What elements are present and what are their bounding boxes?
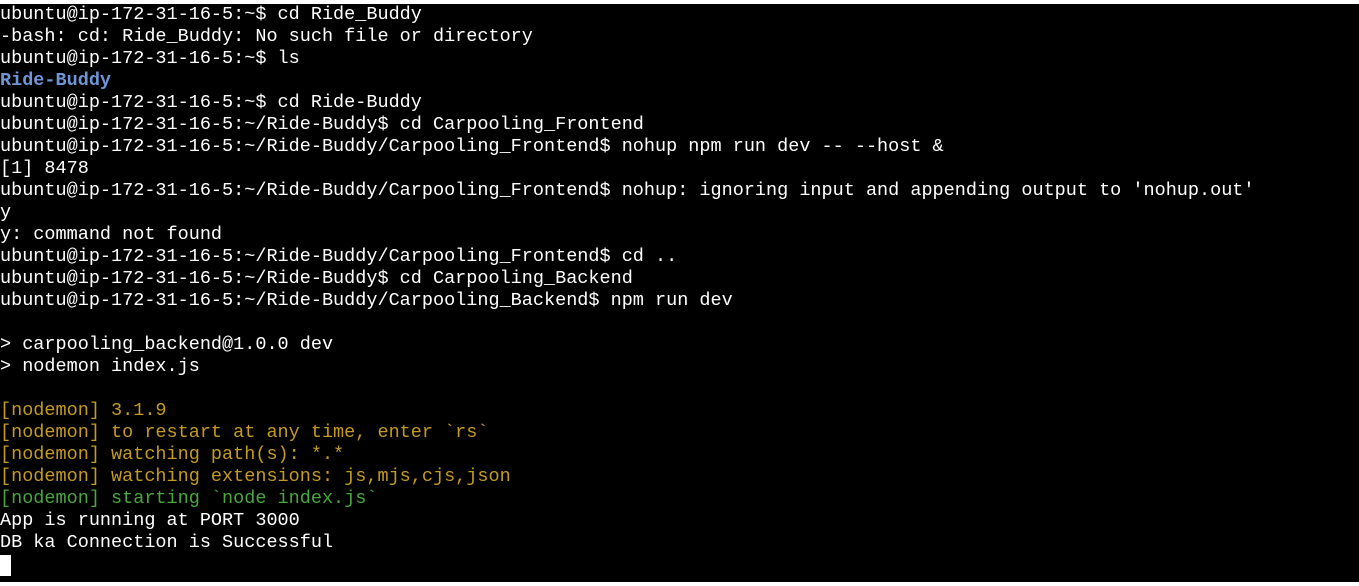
terminal-line: > carpooling_backend@1.0.0 dev — [0, 334, 334, 355]
terminal-line: DB ka Connection is Successful — [0, 532, 334, 553]
terminal-line: ubuntu@ip-172-31-16-5:~/Ride-Buddy/Carpo… — [0, 290, 733, 311]
terminal-line: ubuntu@ip-172-31-16-5:~/Ride-Buddy$ cd C… — [0, 114, 644, 135]
terminal-line: ubuntu@ip-172-31-16-5:~/Ride-Buddy$ cd C… — [0, 268, 633, 289]
terminal-line: App is running at PORT 3000 — [0, 510, 300, 531]
nodemon-log-line: [nodemon] watching path(s): *.* — [0, 444, 345, 465]
prompt-input-line[interactable] — [0, 554, 1359, 576]
directory-listing-item: Ride-Buddy — [0, 70, 112, 91]
terminal-line: -bash: cd: Ride_Buddy: No such file or d… — [0, 26, 533, 47]
terminal-output: ubuntu@ip-172-31-16-5:~$ cd Ride_Buddy -… — [0, 4, 1359, 576]
text-cursor — [0, 555, 11, 576]
terminal-line: y: command not found — [0, 224, 223, 245]
terminal-line: ubuntu@ip-172-31-16-5:~/Ride-Buddy/Carpo… — [0, 246, 678, 267]
terminal-line: ubuntu@ip-172-31-16-5:~$ cd Ride-Buddy — [0, 92, 422, 113]
nodemon-log-line: [nodemon] 3.1.9 — [0, 400, 167, 421]
nodemon-start-line: [nodemon] starting `node index.js` — [0, 488, 378, 509]
terminal-line: ubuntu@ip-172-31-16-5:~/Ride-Buddy/Carpo… — [0, 136, 944, 157]
terminal-window[interactable]: ubuntu@ip-172-31-16-5:~$ cd Ride_Buddy -… — [0, 4, 1359, 582]
nodemon-log-line: [nodemon] to restart at any time, enter … — [0, 422, 489, 443]
terminal-line: ubuntu@ip-172-31-16-5:~/Ride-Buddy/Carpo… — [0, 180, 1255, 201]
terminal-line: [1] 8478 — [0, 158, 89, 179]
terminal-line: y — [0, 202, 12, 223]
terminal-line: ubuntu@ip-172-31-16-5:~$ ls — [0, 48, 300, 69]
terminal-line: > nodemon index.js — [0, 356, 200, 377]
terminal-line: ubuntu@ip-172-31-16-5:~$ cd Ride_Buddy — [0, 4, 422, 25]
nodemon-log-line: [nodemon] watching extensions: js,mjs,cj… — [0, 466, 511, 487]
